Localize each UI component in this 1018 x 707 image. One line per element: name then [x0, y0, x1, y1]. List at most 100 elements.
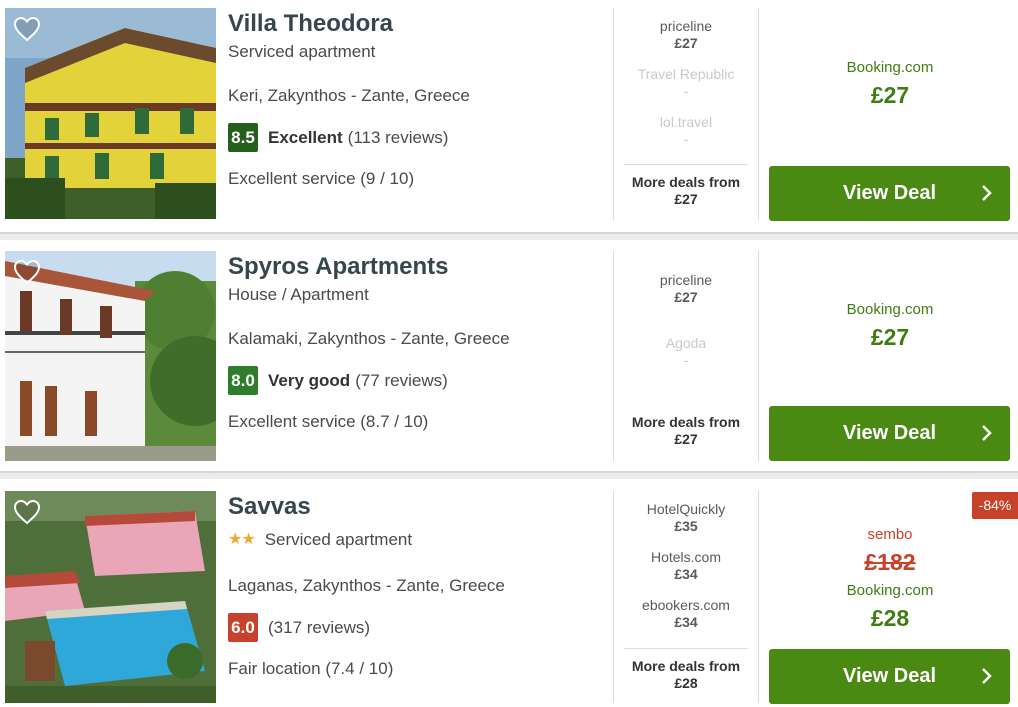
divider [613, 491, 614, 703]
rating-score: 8.0 [228, 366, 258, 395]
card-separator [0, 232, 1018, 240]
more-deals-label: More deals from [631, 414, 741, 430]
rating-word: Very good [268, 370, 351, 390]
view-deal-button[interactable]: View Deal [769, 406, 1010, 461]
hotel-location[interactable]: Laganas, Zakynthos - Zante, Greece [228, 576, 608, 596]
deal-item[interactable]: Agoda - [624, 335, 748, 369]
deal-price: £35 [674, 518, 698, 534]
hotel-photo[interactable] [5, 8, 216, 219]
more-deals-price: £28 [674, 675, 698, 691]
hotel-type-label: House / Apartment [228, 285, 369, 304]
rating-score: 8.5 [228, 123, 258, 152]
hotel-type: House / Apartment [228, 285, 608, 305]
hotel-type: ★★ Serviced apartment [228, 530, 608, 550]
view-deal-button[interactable]: View Deal [769, 166, 1010, 221]
deal-site: HotelQuickly [646, 501, 726, 517]
deal-list: priceline £27 Agoda - [624, 272, 748, 380]
hotel-card: Villa Theodora Serviced apartment Keri, … [0, 0, 1018, 234]
view-deal-label: View Deal [842, 422, 937, 444]
deal-item[interactable]: priceline £27 [624, 18, 748, 52]
deal-site: Hotels.com [650, 549, 722, 565]
divider [758, 251, 759, 461]
view-deal-button[interactable]: View Deal [769, 649, 1010, 704]
best-deal: Booking.com £27 [770, 301, 1010, 351]
deal-price: - [683, 83, 689, 99]
deal-site: lol.travel [659, 114, 713, 130]
review-count: (77 reviews) [355, 370, 448, 390]
hotel-info: Villa Theodora Serviced apartment Keri, … [228, 10, 608, 189]
deal-price: - [683, 131, 689, 147]
hotel-info: Savvas ★★ Serviced apartment Laganas, Za… [228, 493, 608, 679]
deal-list: priceline £27 Travel Republic - lol.trav… [624, 18, 748, 159]
hotel-name[interactable]: Spyros Apartments [228, 253, 608, 281]
hotel-rating[interactable]: 8.5 Excellent (113 reviews) [228, 123, 608, 152]
hotel-type-label: Serviced apartment [228, 42, 376, 61]
divider [613, 8, 614, 220]
deal-item[interactable]: ebookers.com £34 [624, 597, 748, 631]
hotel-type-label: Serviced apartment [264, 530, 413, 549]
discount-badge: -84% [972, 492, 1018, 519]
original-deal-site[interactable]: sembo [770, 526, 1010, 544]
deal-price: - [683, 352, 689, 368]
more-deals-link[interactable]: More deals from £27 [624, 405, 748, 448]
deal-item[interactable]: lol.travel - [624, 114, 748, 148]
hotel-location[interactable]: Keri, Zakynthos - Zante, Greece [228, 86, 608, 106]
heart-icon[interactable] [13, 16, 41, 42]
heart-icon[interactable] [13, 499, 41, 525]
divider [758, 491, 759, 703]
deal-item[interactable]: Hotels.com £34 [624, 549, 748, 583]
original-price: £182 [864, 549, 916, 575]
deal-item[interactable]: Travel Republic - [624, 66, 748, 100]
hotel-rating[interactable]: 6.0 (317 reviews) [228, 613, 608, 642]
best-deal-site[interactable]: Booking.com [770, 59, 1010, 77]
hotel-type: Serviced apartment [228, 42, 608, 62]
view-deal-label: View Deal [842, 665, 937, 687]
best-deal: Booking.com £27 [770, 59, 1010, 109]
card-separator [0, 471, 1018, 479]
best-deal-price[interactable]: £27 [770, 323, 1010, 351]
more-deals-label: More deals from [631, 174, 741, 190]
hotel-photo[interactable] [5, 251, 216, 461]
deal-item[interactable]: priceline £27 [624, 272, 748, 306]
more-deals-link[interactable]: More deals from £28 [624, 648, 748, 692]
best-deal-site[interactable]: Booking.com [770, 301, 1010, 319]
deal-price: £34 [674, 614, 698, 630]
hotel-card: Savvas ★★ Serviced apartment Laganas, Za… [0, 480, 1018, 707]
rating-word: Excellent [268, 127, 343, 147]
review-count: (317 reviews) [268, 617, 371, 637]
hotel-location[interactable]: Kalamaki, Zakynthos - Zante, Greece [228, 329, 608, 349]
hotel-name[interactable]: Savvas [228, 493, 608, 521]
hotel-rating[interactable]: 8.0 Very good (77 reviews) [228, 366, 608, 395]
deal-site: Agoda [665, 335, 707, 351]
hotel-subscore: Excellent service (9 / 10) [228, 169, 415, 188]
rating-score: 6.0 [228, 613, 258, 642]
more-deals-link[interactable]: More deals from £27 [624, 164, 748, 208]
best-deal: sembo £182 Booking.com £28 [770, 526, 1010, 632]
more-deals-label: More deals from [631, 658, 741, 674]
hotel-photo[interactable] [5, 491, 216, 703]
hotel-card: Spyros Apartments House / Apartment Kala… [0, 240, 1018, 472]
chevron-right-icon [982, 185, 992, 201]
chevron-right-icon [982, 668, 992, 684]
best-deal-price[interactable]: £28 [770, 604, 1010, 632]
divider [613, 251, 614, 461]
deal-site: ebookers.com [642, 597, 730, 613]
more-deals-price: £27 [674, 431, 698, 447]
more-deals-price: £27 [674, 191, 698, 207]
deal-price: £34 [674, 566, 698, 582]
star-icon: ★★ [228, 531, 256, 548]
deal-site: priceline [659, 272, 713, 288]
deal-site: priceline [659, 18, 713, 34]
best-deal-site[interactable]: Booking.com [770, 582, 1010, 600]
best-deal-price[interactable]: £27 [770, 81, 1010, 109]
hotel-name[interactable]: Villa Theodora [228, 10, 608, 38]
deal-item[interactable]: HotelQuickly £35 [624, 501, 748, 535]
deal-price: £27 [674, 289, 698, 305]
hotel-info: Spyros Apartments House / Apartment Kala… [228, 253, 608, 432]
deal-site: Travel Republic [637, 66, 735, 82]
review-count: (113 reviews) [347, 127, 449, 147]
hotel-subscore: Fair location (7.4 / 10) [228, 659, 394, 678]
chevron-right-icon [982, 425, 992, 441]
heart-icon[interactable] [13, 259, 41, 285]
deal-list: HotelQuickly £35 Hotels.com £34 ebookers… [624, 501, 748, 642]
